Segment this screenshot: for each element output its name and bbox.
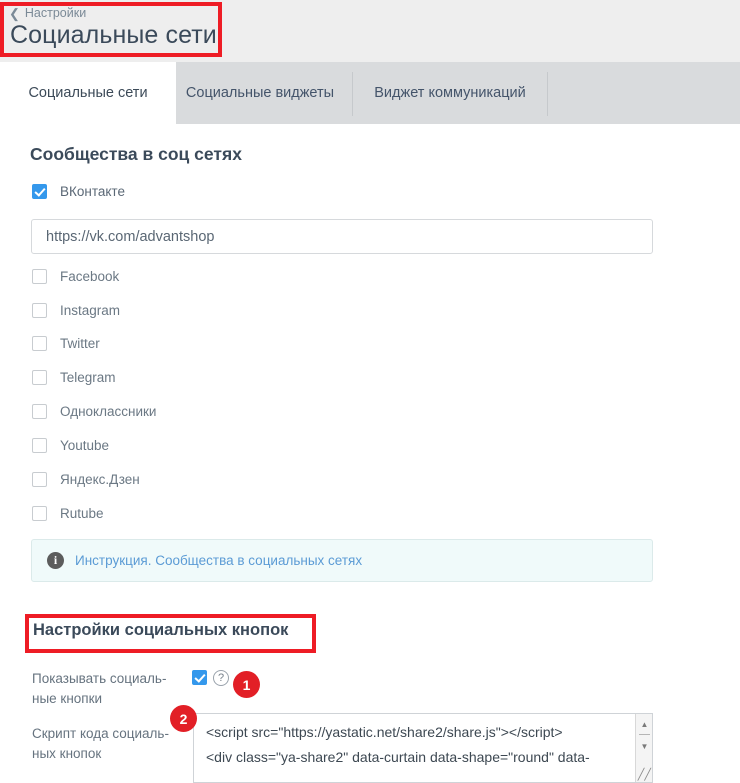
checkbox-label: Одноклассники xyxy=(60,404,157,419)
annotation-badge-1: 1 xyxy=(233,671,260,698)
checkbox-vkontakte[interactable] xyxy=(32,184,47,199)
checkbox-label: Telegram xyxy=(60,370,116,385)
info-icon: i xyxy=(47,552,64,569)
checkbox-label: Youtube xyxy=(60,438,110,453)
checkbox-label: ВКонтакте xyxy=(60,184,125,199)
tab-label: Виджет коммуникаций xyxy=(374,85,526,101)
checkbox-row-facebook[interactable]: Facebook xyxy=(32,269,119,284)
checkbox-row-telegram[interactable]: Telegram xyxy=(32,370,116,385)
checkbox-row-twitter[interactable]: Twitter xyxy=(32,336,100,351)
checkbox-twitter[interactable] xyxy=(32,336,47,351)
label-show-social-buttons: Показывать социаль- ные кнопки xyxy=(32,669,192,709)
checkbox-label: Facebook xyxy=(60,269,120,284)
instruction-link[interactable]: Инструкция. Сообщества в социальных сетя… xyxy=(75,553,362,568)
checkbox-telegram[interactable] xyxy=(32,370,47,385)
checkbox-label: Яндекс.Дзен xyxy=(60,472,140,487)
chevron-left-icon: ❮ xyxy=(9,5,20,21)
script-line-1: <script src="https://yastatic.net/share2… xyxy=(206,720,642,745)
script-line-1-head: <script src="https://yastatic.net/share2… xyxy=(206,724,540,740)
checkbox-label: Twitter xyxy=(60,336,100,351)
subheading-social-buttons-settings: Настройки социальных кнопок xyxy=(33,621,289,639)
label-line-1: Скрипт кода социаль- xyxy=(32,726,169,741)
checkbox-instagram[interactable] xyxy=(32,303,47,318)
textarea-scrollbar[interactable]: ▲ ▼ ╱╱ xyxy=(635,714,652,782)
checkbox-row-rutube[interactable]: Rutube xyxy=(32,506,104,521)
checkbox-label: Rutube xyxy=(60,506,104,521)
script-line-1-tail: ipt> xyxy=(539,724,563,740)
tab-separator xyxy=(547,72,548,116)
checkbox-rutube[interactable] xyxy=(32,506,47,521)
tab-social-widgets[interactable]: Социальные виджеты xyxy=(176,62,344,124)
settings-page: ❮ Настройки Социальные сети Социальные с… xyxy=(0,0,740,783)
checkbox-facebook[interactable] xyxy=(32,269,47,284)
checkbox-row-odnoklassniki[interactable]: Одноклассники xyxy=(32,404,156,419)
label-line-2: ные кнопки xyxy=(32,691,103,706)
tab-bar: Социальные сети Социальные виджеты Видже… xyxy=(0,62,740,124)
checkbox-row-instagram[interactable]: Instagram xyxy=(32,303,120,318)
label-line-1: Показывать социаль- xyxy=(32,671,167,686)
checkbox-row-vkontakte[interactable]: ВКонтакте xyxy=(32,184,125,199)
checkbox-row-youtube[interactable]: Youtube xyxy=(32,438,109,453)
vk-url-value: https://vk.com/advantshop xyxy=(46,228,215,245)
breadcrumb-back-link[interactable]: ❮ Настройки xyxy=(9,6,86,20)
resize-grip-icon[interactable]: ╱╱ xyxy=(636,766,651,781)
social-buttons-script-textarea[interactable]: <script src="https://yastatic.net/share2… xyxy=(193,713,653,783)
scroll-down-arrow-icon[interactable]: ▼ xyxy=(636,738,652,755)
breadcrumb-label: Настройки xyxy=(24,6,87,20)
checkbox-row-yandex-dzen[interactable]: Яндекс.Дзен xyxy=(32,472,140,487)
vk-url-input[interactable]: https://vk.com/advantshop xyxy=(31,219,653,254)
page-title: Социальные сети xyxy=(10,21,217,49)
annotation-badge-2: 2 xyxy=(170,705,197,732)
page-header: ❮ Настройки Социальные сети xyxy=(0,0,740,62)
show-social-buttons-checkbox[interactable] xyxy=(192,670,207,685)
scroll-up-arrow-icon[interactable]: ▲ xyxy=(636,716,652,733)
script-line-2: <div class="ya-share2" data-curtain data… xyxy=(206,749,590,765)
checkbox-odnoklassniki[interactable] xyxy=(32,404,47,419)
tab-communication-widget[interactable]: Виджет коммуникаций xyxy=(353,62,547,124)
section-title-communities: Сообщества в соц сетях xyxy=(30,144,242,164)
tab-label: Социальные виджеты xyxy=(185,85,335,101)
tab-social-networks[interactable]: Социальные сети xyxy=(0,62,176,124)
checkbox-yandex-dzen[interactable] xyxy=(32,472,47,487)
tab-label: Социальные сети xyxy=(28,85,148,101)
label-social-buttons-script: Скрипт кода социаль- ных кнопок xyxy=(32,724,192,764)
checkbox-youtube[interactable] xyxy=(32,438,47,453)
info-box: i Инструкция. Сообщества в социальных се… xyxy=(31,539,653,582)
label-line-2: ных кнопок xyxy=(32,746,102,761)
question-mark-icon[interactable]: ? xyxy=(213,670,229,686)
tab-panel-social-networks: Сообщества в соц сетях ВКонтакте https:/… xyxy=(0,124,740,783)
checkbox-label: Instagram xyxy=(60,303,121,318)
